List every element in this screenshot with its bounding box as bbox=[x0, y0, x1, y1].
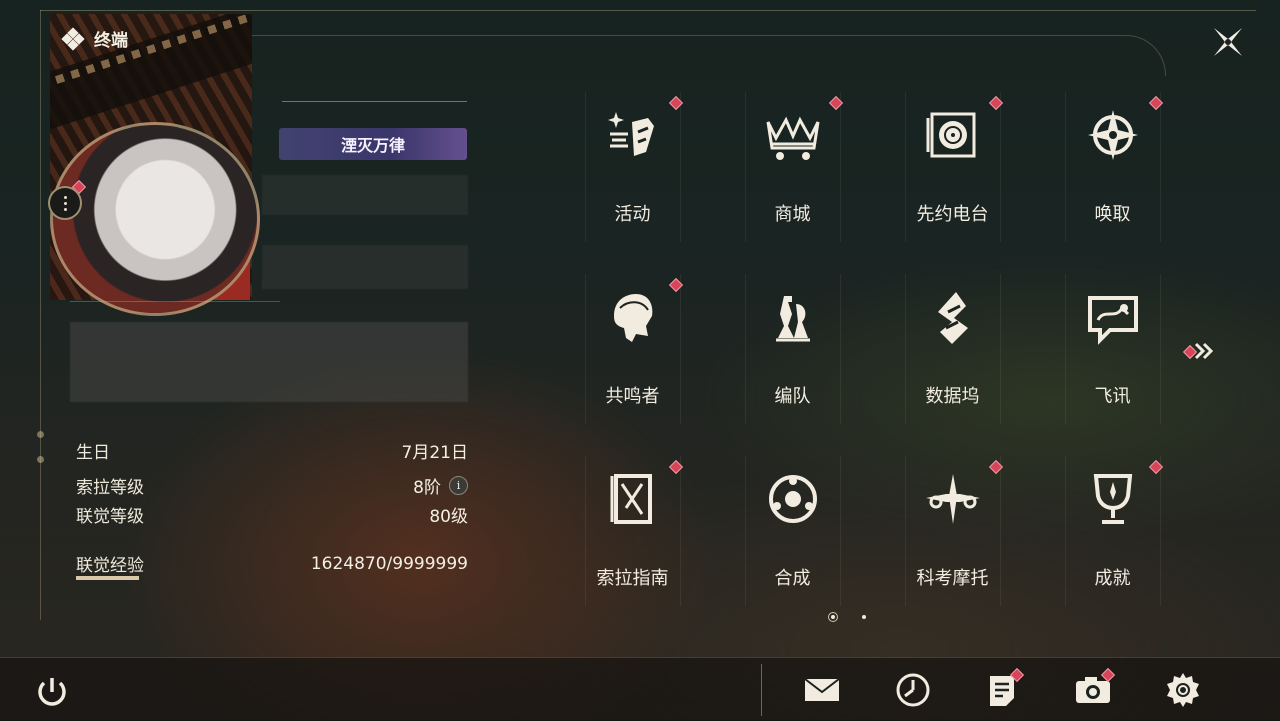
menu-tile-label: 飞讯 bbox=[1094, 386, 1131, 407]
menu-tile-label: 先约电台 bbox=[916, 204, 989, 225]
page-dot[interactable] bbox=[862, 615, 866, 619]
page-title: 终端 bbox=[94, 31, 128, 51]
menu-tile-shop[interactable]: 商城 bbox=[725, 92, 860, 242]
stat-label: 生日 bbox=[76, 443, 110, 463]
power-button[interactable] bbox=[32, 672, 72, 712]
menu-tile-label: 科考摩托 bbox=[916, 568, 989, 589]
data-dock-icon bbox=[938, 292, 968, 344]
menu-tile-label: 成就 bbox=[1094, 568, 1131, 589]
settings-gear-icon bbox=[1167, 673, 1199, 707]
mail-button[interactable] bbox=[802, 670, 842, 710]
menu-tile-label: 合成 bbox=[774, 568, 811, 589]
menu-tile-radio[interactable]: 先约电台 bbox=[885, 92, 1020, 242]
menu-tile-label: 数据坞 bbox=[925, 386, 980, 407]
menu-tile-convene[interactable]: 唤取 bbox=[1045, 92, 1180, 242]
guide-book-icon bbox=[610, 474, 652, 524]
title-badge-label: 湮灭万律 bbox=[340, 136, 405, 155]
title-badge[interactable]: 湮灭万律 bbox=[279, 128, 467, 160]
settings-button[interactable] bbox=[1163, 670, 1203, 710]
diamond-cluster-icon bbox=[61, 26, 85, 51]
clock-icon bbox=[896, 673, 930, 707]
menu-tile-synthesis[interactable]: 合成 bbox=[725, 456, 860, 606]
notice-button[interactable] bbox=[982, 667, 1025, 710]
stat-label: 索拉等级 bbox=[76, 478, 144, 498]
frame-arc bbox=[250, 35, 1166, 76]
menu-tile-label: 商城 bbox=[774, 204, 811, 225]
stat-sola-level: 索拉等级 8阶 i bbox=[76, 473, 468, 498]
menu-tile-activity[interactable]: 活动 bbox=[565, 92, 700, 242]
menu-tile-messages[interactable]: 飞讯 bbox=[1045, 274, 1180, 424]
synthesis-circle-icon bbox=[769, 475, 817, 523]
close-button[interactable] bbox=[1208, 22, 1248, 62]
stat-label: 联觉经验 bbox=[76, 556, 144, 576]
divider-line bbox=[282, 101, 467, 102]
page-dot-active[interactable] bbox=[828, 612, 838, 622]
menu-grid: 活动 商城 先约电台 唤取 共鸣者 编队 数据坞 飞讯 索拉指南 合成 科考摩托… bbox=[565, 92, 1205, 612]
compass-star-icon bbox=[1088, 110, 1138, 160]
motorcycle-icon bbox=[926, 474, 980, 524]
menu-tile-label: 共鸣者 bbox=[605, 386, 660, 407]
trophy-icon bbox=[1093, 474, 1133, 524]
radio-record-icon bbox=[926, 112, 976, 158]
stat-birthday: 生日 7月21日 bbox=[76, 438, 468, 463]
menu-tile-sola-guide[interactable]: 索拉指南 bbox=[565, 456, 700, 606]
blurred-uid bbox=[262, 245, 468, 289]
page-indicator bbox=[828, 612, 866, 622]
info-icon[interactable]: i bbox=[449, 476, 468, 495]
menu-tile-achievements[interactable]: 成就 bbox=[1045, 456, 1180, 606]
menu-tile-motorcycle[interactable]: 科考摩托 bbox=[885, 456, 1020, 606]
frame-top-line bbox=[40, 10, 1256, 11]
clock-button[interactable] bbox=[893, 670, 933, 710]
stat-value: 1624870/9999999 bbox=[310, 553, 468, 574]
more-vertical-icon[interactable] bbox=[48, 186, 82, 220]
mail-icon bbox=[804, 678, 840, 701]
stat-union-exp: 联觉经验 1624870/9999999 bbox=[76, 551, 468, 577]
power-icon bbox=[38, 678, 66, 706]
chess-pieces-icon bbox=[776, 296, 810, 342]
bottom-separator bbox=[761, 664, 762, 716]
chat-message-icon bbox=[1088, 296, 1138, 345]
blurred-signature bbox=[70, 322, 468, 402]
exp-progress-bar bbox=[76, 576, 139, 580]
menu-tile-team[interactable]: 编队 bbox=[725, 274, 860, 424]
menu-tile-label: 编队 bbox=[774, 386, 811, 407]
camera-button[interactable] bbox=[1073, 667, 1116, 710]
avatar[interactable] bbox=[50, 122, 260, 316]
sparkle-flag-icon bbox=[608, 112, 654, 156]
divider-line bbox=[70, 301, 280, 302]
menu-tile-label: 唤取 bbox=[1094, 204, 1131, 225]
stat-value: 8阶 bbox=[413, 478, 441, 498]
stat-union-level: 联觉等级 80级 bbox=[76, 502, 468, 527]
next-page-button[interactable] bbox=[1180, 340, 1220, 362]
stat-value: 80级 bbox=[429, 507, 468, 527]
frame-left-line bbox=[40, 10, 41, 620]
crown-cart-icon bbox=[766, 116, 820, 160]
frame-dot bbox=[37, 431, 44, 438]
character-head-icon bbox=[614, 294, 653, 342]
stat-value: 7月21日 bbox=[401, 443, 468, 463]
menu-tile-resonators[interactable]: 共鸣者 bbox=[565, 274, 700, 424]
frame-dot bbox=[37, 456, 44, 463]
menu-tile-label: 活动 bbox=[614, 204, 651, 225]
stat-label: 联觉等级 bbox=[76, 507, 144, 527]
menu-tile-data-dock[interactable]: 数据坞 bbox=[885, 274, 1020, 424]
blurred-name bbox=[262, 175, 468, 215]
menu-tile-label: 索拉指南 bbox=[596, 568, 669, 589]
close-x-icon bbox=[1214, 28, 1242, 56]
terminal-header: 终端 bbox=[61, 26, 128, 51]
